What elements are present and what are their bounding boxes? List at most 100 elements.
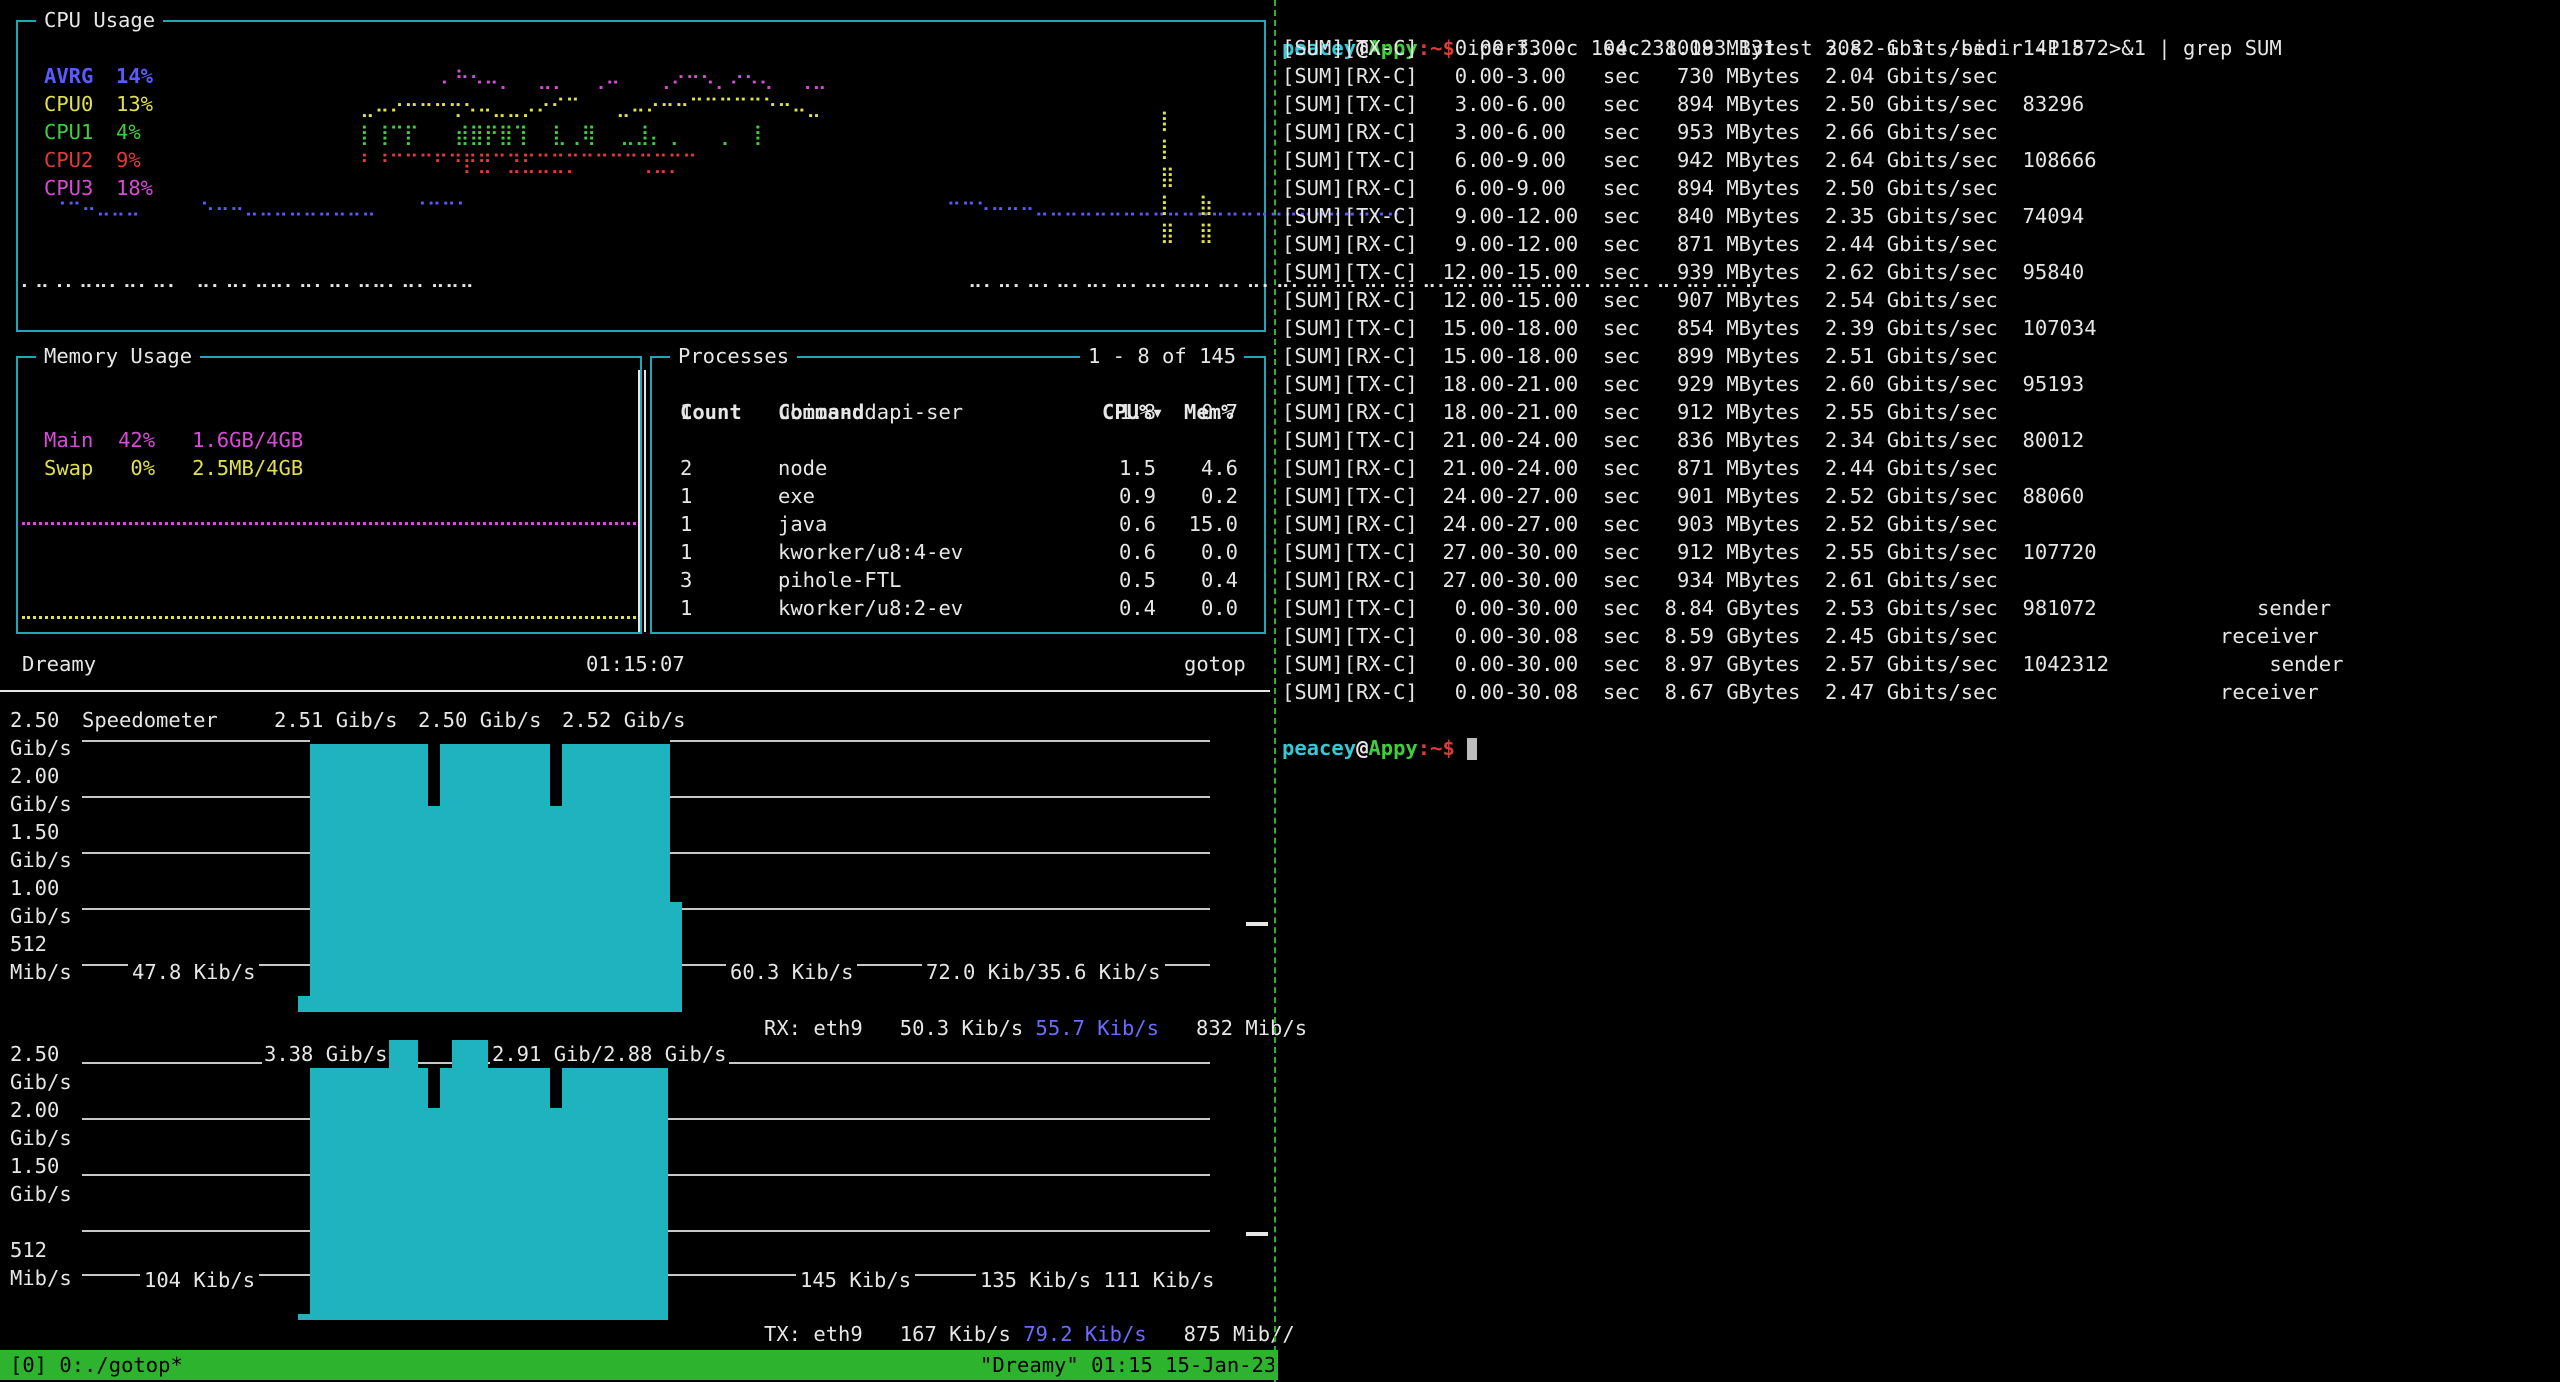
rx-peak-2: 2.50 Gib/s (418, 708, 542, 732)
process-command: exe (778, 484, 816, 508)
terminal-output-line: [SUM][TX-C] 0.00-30.08 sec 8.59 GBytes 2… (1282, 624, 2319, 648)
tmux-status-bar: [0] 0:./gotop* "Dreamy" 01:15 15-Jan-23 (0, 1350, 1278, 1380)
cpu-legend-label: CPU2 (44, 148, 94, 172)
terminal-output-line: [SUM][RX-C] 0.00-30.08 sec 8.67 GBytes 2… (1282, 680, 2319, 704)
rx-y-tick: 2.50 (10, 708, 60, 732)
process-command: node (778, 456, 828, 480)
process-mem: 0.2 (1200, 484, 1238, 508)
tx-low-left: 104 Kib/s (140, 1266, 260, 1294)
process-cpu: 0.6 (1118, 512, 1156, 536)
cpu-graph-cpu2: ⠃⠘⠉⠉⠉⠋⠙⡟⣛⠉⣙⣋⣉⣉⡉⠉⠉⠉⠉⢉⣉⡉⠉ (360, 150, 697, 174)
cpu-graph-cpu3: ⠄⠓⠢⠤⡀ ⣀⡀ ⢀⠤ ⢀⠔⠒⠢⡀⠔⠢⢄ ⢀⣀ (440, 66, 827, 90)
tx-y-tick: 512 (10, 1238, 48, 1262)
terminal-output-line: [SUM][RX-C] 24.00-27.00 sec 903 MBytes 2… (1282, 512, 1998, 536)
process-cpu: 0.9 (1118, 484, 1156, 508)
processes-title: Processes (670, 342, 798, 370)
rx-low-left: 47.8 Kib/s (128, 958, 260, 986)
cpu-legend-value: 9% (116, 148, 141, 172)
rx-y-tick: 512 (10, 932, 48, 956)
process-count: 1 (680, 400, 693, 424)
rx-y-tick: 2.00 (10, 764, 60, 788)
cpu-legend-value: 14% (116, 64, 154, 88)
prompt-at: @ (1356, 736, 1369, 760)
terminal-output-line: [SUM][TX-C] 3.00-6.00 sec 894 MBytes 2.5… (1282, 92, 2085, 116)
terminal-output-line: [SUM][TX-C] 18.00-21.00 sec 929 MBytes 2… (1282, 372, 2085, 396)
process-mem: 15.0 (1188, 512, 1238, 536)
tx-y-tick: Mib/s (10, 1266, 72, 1290)
cpu-graph-cpu1: ⡇⢸⠉⡏ ⣾⣿⡟⣿⢹ ⣇⢀⢿ ⣀⣸⡄⢀ ⢀ ⡇ (360, 122, 769, 146)
tx-dip (550, 1068, 562, 1108)
tx-dip-fill (552, 1108, 560, 1124)
rx-dip (428, 742, 440, 806)
process-count: 3 (680, 568, 693, 592)
terminal-output-line: [SUM][RX-C] 18.00-21.00 sec 912 MBytes 2… (1282, 400, 1998, 424)
terminal-output-line: [SUM][TX-C] 12.00-15.00 sec 939 MBytes 2… (1282, 260, 2085, 284)
rx-traffic-start (298, 996, 310, 1012)
cpu-legend-row: CPU0 13% (44, 90, 153, 118)
terminal-output-line: [SUM][RX-C] 27.00-30.00 sec 934 MBytes 2… (1282, 568, 1998, 592)
tx-stats: TX: eth9 167 Kib/s 79.2 Kib/s 875 Mib// (764, 1320, 1295, 1348)
process-count: 1 (680, 484, 693, 508)
tx-max-marker (1246, 1232, 1268, 1236)
process-mem: 0.4 (1200, 568, 1238, 592)
terminal-output-line: [SUM][TX-C] 27.00-30.00 sec 912 MBytes 2… (1282, 540, 2097, 564)
rx-y-tick: 1.50 (10, 820, 60, 844)
gotop-footer-host: Dreamy (22, 652, 97, 676)
cpu-legend-label: AVRG (44, 64, 94, 88)
process-cpu: 0.5 (1118, 568, 1156, 592)
memory-swap-row: Swap 0% 2.5MB/4GB (44, 426, 303, 482)
memory-swap-label: Swap (44, 456, 94, 480)
tx-spike (452, 1040, 488, 1070)
process-command: ubios-udapi-ser (778, 400, 964, 424)
tx-dip-fill (430, 1108, 438, 1124)
rx-graph-title: Speedometer (82, 708, 218, 732)
terminal-output-line: [SUM][RX-C] 3.00-6.00 sec 953 MBytes 2.6… (1282, 120, 1998, 144)
tx-y-tick: Gib/s (10, 1070, 72, 1094)
process-cpu: 0.6 (1118, 540, 1156, 564)
cursor (1467, 738, 1478, 760)
tx-y-tick: Gib/s (10, 1182, 72, 1206)
terminal-output-line: [SUM][RX-C] 15.00-18.00 sec 899 MBytes 2… (1282, 344, 1998, 368)
rx-dip-fill (552, 806, 560, 818)
tx-y-tick: 1.50 (10, 1154, 60, 1178)
cpu-legend-label: CPU1 (44, 120, 94, 144)
prompt-host: Appy (1368, 736, 1418, 760)
pane-separator[interactable] (1274, 0, 1276, 1382)
tx-y-tick: Gib/s (10, 1126, 72, 1150)
rx-traffic-tail (670, 902, 682, 1012)
memory-swap-percent: 0% (130, 456, 156, 480)
process-count: 1 (680, 540, 693, 564)
cpu-legend-value: 13% (116, 92, 154, 116)
processes-range: 1 - 8 of 145 (1080, 342, 1245, 370)
terminal-prompt-active[interactable]: peacey@Appy:~$ (1282, 706, 1478, 762)
tx-iface: TX: eth9 (764, 1322, 863, 1346)
tx-avg: 79.2 Kib/s (1023, 1322, 1147, 1346)
terminal-output-line: [SUM][TX-C] 24.00-27.00 sec 901 MBytes 2… (1282, 484, 2085, 508)
cpu-usage-title: CPU Usage (36, 6, 164, 34)
divider (638, 370, 640, 632)
tx-y-tick: 2.00 (10, 1098, 60, 1122)
terminal-output-line: [SUM][RX-C] 6.00-9.00 sec 894 MBytes 2.5… (1282, 176, 1998, 200)
rx-stats: RX: eth9 50.3 Kib/s 55.7 Kib/s 832 Mib/s (764, 1014, 1307, 1042)
terminal-output-line: [SUM][TX-C] 6.00-9.00 sec 942 MBytes 2.6… (1282, 148, 2097, 172)
rx-dip-fill (430, 806, 438, 818)
rx-y-tick: Mib/s (10, 960, 72, 984)
cpu-legend-row: CPU1 4% (44, 118, 141, 146)
tmux-window-tab[interactable]: [0] 0:./gotop* (10, 1351, 183, 1379)
divider (644, 370, 646, 632)
rx-y-tick: Gib/s (10, 736, 72, 760)
process-mem: 0.0 (1200, 540, 1238, 564)
terminal-output-line: [SUM][RX-C] 21.00-24.00 sec 871 MBytes 2… (1282, 456, 1998, 480)
process-cpu: 1.5 (1118, 456, 1156, 480)
prompt-user: peacey (1282, 736, 1357, 760)
tx-y-tick: 2.50 (10, 1042, 60, 1066)
rx-low-right: 72.0 Kib/35.6 Kib/s (922, 958, 1165, 986)
process-mem: 0.0 (1200, 596, 1238, 620)
rx-iface: RX: eth9 (764, 1016, 863, 1040)
rx-y-tick: 1.00 (10, 876, 60, 900)
rx-peak-3: 2.52 Gib/s (562, 708, 686, 732)
process-command: pihole-FTL (778, 568, 902, 592)
process-mem: 0.7 (1200, 400, 1238, 424)
memory-main-graph-line (22, 522, 636, 525)
terminal-output-line: [SUM][TX-C] 21.00-24.00 sec 836 MBytes 2… (1282, 428, 2085, 452)
